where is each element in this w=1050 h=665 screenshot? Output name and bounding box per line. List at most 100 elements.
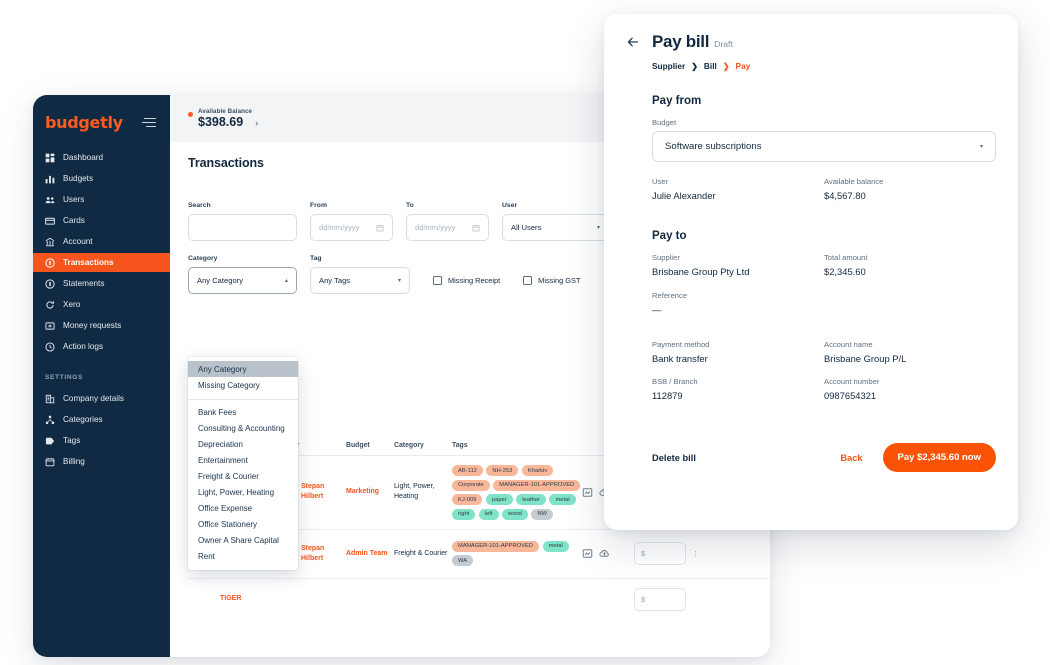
account-name-value: Brisbane Group P/L <box>824 353 996 364</box>
tag-pill: right <box>452 509 475 520</box>
tag-pill: metal <box>549 494 575 505</box>
sidebar-item-transactions[interactable]: Transactions <box>33 253 170 272</box>
pay-to-title: Pay to <box>652 230 996 242</box>
tag-pill: NH-253 <box>486 465 518 476</box>
available-balance[interactable]: Available Balance $398.69 › <box>198 108 258 129</box>
sidebar-item-statements[interactable]: Statements <box>33 274 170 293</box>
sidebar-item-categories[interactable]: Categories <box>33 410 170 429</box>
category-label: Category <box>188 255 297 262</box>
tag-select-value: Any Tags <box>319 276 350 285</box>
sidebar-item-action-logs[interactable]: Action logs <box>33 337 170 356</box>
breadcrumb-supplier[interactable]: Supplier <box>652 61 685 71</box>
table-row[interactable]: TIGER $ <box>188 579 770 620</box>
sidebar-item-account[interactable]: Account <box>33 232 170 251</box>
tag-pill: MANAGER-101-APPROVED <box>452 541 539 552</box>
sidebar-item-billing[interactable]: Billing <box>33 452 170 471</box>
pay-to-row-3: Payment method Bank transfer Account nam… <box>652 340 996 365</box>
breadcrumb-pay[interactable]: Pay <box>736 61 751 71</box>
category-option[interactable]: Office Expense <box>188 500 298 516</box>
sidebar-item-label: Account <box>63 232 93 251</box>
modal-actions: Delete bill Back Pay $2,345.60 now <box>652 443 996 472</box>
bsb-label: BSB / Branch <box>652 377 824 386</box>
sidebar-item-budgets[interactable]: Budgets <box>33 169 170 188</box>
cell-row-icons <box>582 548 634 559</box>
tag-pill: wood <box>502 509 528 520</box>
category-option[interactable]: Bank Fees <box>188 404 298 420</box>
delete-bill-button[interactable]: Delete bill <box>652 453 696 463</box>
category-option[interactable]: Rent <box>188 548 298 564</box>
pay-now-button[interactable]: Pay $2,345.60 now <box>883 443 996 472</box>
search-label: Search <box>188 202 297 209</box>
category-select[interactable]: Any Category ▴ <box>188 267 297 294</box>
tag-pill: AB-112 <box>452 465 483 476</box>
tag-label: Tag <box>310 255 410 262</box>
tag-pill: WA <box>452 555 473 566</box>
tag-pill: Kharkiv <box>522 465 553 476</box>
hamburger-icon[interactable] <box>140 116 158 130</box>
checkbox-icon <box>523 276 532 285</box>
row-menu-icon[interactable]: ⋮ <box>692 550 699 558</box>
column-header-tags: Tags <box>452 442 582 449</box>
payment-method-value: Bank transfer <box>652 353 824 364</box>
cell-category: Freight & Courier <box>394 549 452 559</box>
tag-pill: metal <box>543 541 569 552</box>
category-option[interactable]: Light, Power, Heating <box>188 484 298 500</box>
cell-user-name: Stepan Hilbert <box>301 482 346 502</box>
amount-input[interactable]: $ <box>634 542 686 565</box>
from-date-input[interactable]: dd/mm/yyyy <box>310 214 393 241</box>
back-button[interactable]: Back <box>840 453 862 463</box>
breadcrumb-bill[interactable]: Bill <box>704 61 717 71</box>
chevron-down-icon: ▾ <box>980 143 983 150</box>
sidebar-item-tags[interactable]: Tags <box>33 431 170 450</box>
category-dropdown-menu: Any Category Missing Category Bank Fees … <box>188 357 298 570</box>
chevron-right-icon[interactable]: › <box>255 118 258 128</box>
cell-budget: Admin Team <box>346 549 394 559</box>
cloud-upload-icon[interactable] <box>599 548 610 559</box>
from-date-placeholder: dd/mm/yyyy <box>319 223 360 232</box>
category-option[interactable]: Freight & Courier <box>188 468 298 484</box>
tag-field-group: Tag Any Tags ▾ <box>310 255 410 294</box>
sidebar-item-dashboard[interactable]: Dashboard <box>33 148 170 167</box>
amount-input[interactable]: $ <box>634 588 686 611</box>
category-option[interactable]: Consulting & Accounting <box>188 420 298 436</box>
to-date-input[interactable]: dd/mm/yyyy <box>406 214 489 241</box>
sidebar-item-label: Statements <box>63 274 104 293</box>
category-option[interactable]: Office Stationery <box>188 516 298 532</box>
pay-to-row-1: Supplier Brisbane Group Pty Ltd Total am… <box>652 253 996 278</box>
category-option-missing[interactable]: Missing Category <box>188 377 298 393</box>
back-arrow-icon[interactable] <box>626 35 640 49</box>
missing-gst-checkbox[interactable]: Missing GST <box>523 267 580 294</box>
category-option[interactable]: Owner A Share Capital <box>188 532 298 548</box>
amount-prefix: $ <box>641 549 645 558</box>
category-option[interactable]: Entertainment <box>188 452 298 468</box>
sidebar-header: budgetly <box>33 107 170 132</box>
user-value: Julie Alexander <box>652 190 824 201</box>
chevron-up-icon: ▴ <box>285 277 288 284</box>
tag-icon <box>45 436 55 446</box>
sidebar-item-money-requests[interactable]: Money requests <box>33 316 170 335</box>
receipt-icon[interactable] <box>582 487 593 498</box>
sidebar-item-company-details[interactable]: Company details <box>33 389 170 408</box>
payment-method-label: Payment method <box>652 340 824 349</box>
budget-label: Budget <box>652 118 996 127</box>
sidebar-item-label: Dashboard <box>63 148 103 167</box>
category-option[interactable]: Depreciation <box>188 436 298 452</box>
bar-chart-icon <box>45 174 55 184</box>
budget-select-value: Software subscriptions <box>665 141 762 152</box>
bsb-block: BSB / Branch 112879 <box>652 377 824 402</box>
tag-select[interactable]: Any Tags ▾ <box>310 267 410 294</box>
cell-merchant: TIGER <box>220 594 284 604</box>
category-option-any[interactable]: Any Category <box>188 361 298 377</box>
sidebar-item-xero[interactable]: Xero <box>33 295 170 314</box>
missing-receipt-checkbox[interactable]: Missing Receipt <box>433 267 500 294</box>
sidebar-item-label: Tags <box>63 431 80 450</box>
sidebar-item-users[interactable]: Users <box>33 190 170 209</box>
available-balance-block: Available balance $4,567.80 <box>824 177 996 202</box>
user-select[interactable]: All Users ▾ <box>502 214 609 241</box>
budget-select[interactable]: Software subscriptions ▾ <box>652 131 996 162</box>
sidebar-item-cards[interactable]: Cards <box>33 211 170 230</box>
sidebar-item-label: Billing <box>63 452 85 471</box>
receipt-icon[interactable] <box>582 548 593 559</box>
search-input[interactable] <box>188 214 297 241</box>
bsb-value: 112879 <box>652 390 824 401</box>
